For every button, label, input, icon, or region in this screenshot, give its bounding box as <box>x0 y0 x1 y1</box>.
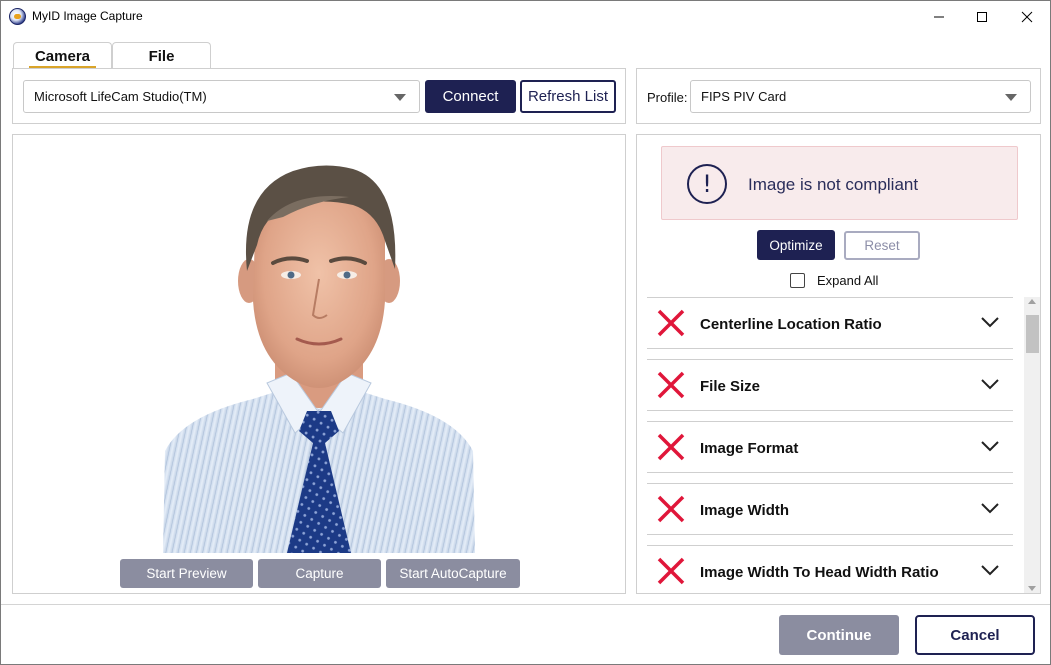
close-button[interactable] <box>1004 1 1050 32</box>
expand-all-toggle[interactable]: Expand All <box>790 271 878 289</box>
cancel-button[interactable]: Cancel <box>915 615 1035 655</box>
dropdown-arrow-icon <box>394 94 406 101</box>
portrait-photo <box>163 165 475 553</box>
dropdown-arrow-icon <box>1005 94 1017 101</box>
profile-toolbar: Profile: FIPS PIV Card <box>636 68 1041 124</box>
image-preview-panel: Start Preview Capture Start AutoCapture <box>12 134 626 594</box>
source-tabs: Camera File <box>13 42 211 69</box>
compliance-status-text: Image is not compliant <box>748 175 919 194</box>
camera-device-select[interactable]: Microsoft LifeCam Studio(TM) <box>23 80 420 113</box>
rule-label: Centerline Location Ratio <box>700 316 882 333</box>
profile-label: Profile: <box>647 90 688 105</box>
capture-button[interactable]: Capture <box>258 559 381 588</box>
rule-file-size[interactable]: File Size <box>647 359 1013 411</box>
fail-x-icon <box>657 495 685 523</box>
title-bar: MyID Image Capture <box>1 1 1050 32</box>
myid-image-capture-window: MyID Image Capture Camera File Microsoft… <box>0 0 1051 665</box>
fail-x-icon <box>657 309 685 337</box>
fail-x-icon <box>657 557 685 585</box>
rule-label: Image Format <box>700 440 799 457</box>
rule-image-width-to-head-width-ratio[interactable]: Image Width To Head Width Ratio <box>647 545 1013 593</box>
window-title: MyID Image Capture <box>32 9 143 23</box>
scrollbar-thumb[interactable] <box>1026 315 1039 353</box>
rule-image-format[interactable]: Image Format <box>647 421 1013 473</box>
myid-app-icon <box>9 8 26 25</box>
camera-device-value: Microsoft LifeCam Studio(TM) <box>34 89 207 104</box>
chevron-down-icon[interactable] <box>981 564 999 576</box>
rule-label: Image Width <box>700 502 790 519</box>
continue-button[interactable]: Continue <box>779 615 899 655</box>
connect-button[interactable]: Connect <box>425 80 516 113</box>
chevron-down-icon[interactable] <box>981 440 999 452</box>
rule-centerline-location-ratio[interactable]: Centerline Location Ratio <box>647 297 1013 349</box>
chevron-down-icon[interactable] <box>981 378 999 390</box>
footer-divider <box>1 604 1050 605</box>
tab-file[interactable]: File <box>112 42 211 69</box>
compliance-status-banner: ! Image is not compliant <box>661 146 1018 220</box>
expand-all-checkbox[interactable] <box>790 272 805 288</box>
compliance-panel: ! Image is not compliant Optimize Reset … <box>636 134 1041 594</box>
expand-all-label: Expand All <box>817 272 879 288</box>
scroll-up-arrow-icon[interactable] <box>1028 299 1036 304</box>
minimize-icon <box>934 16 944 17</box>
close-icon <box>1021 11 1033 22</box>
refresh-list-button[interactable]: Refresh List <box>520 80 616 113</box>
reset-button[interactable]: Reset <box>844 231 920 260</box>
maximize-icon <box>977 11 987 22</box>
profile-select[interactable]: FIPS PIV Card <box>690 80 1031 113</box>
exclamation-circle-icon: ! <box>687 164 727 204</box>
start-preview-button[interactable]: Start Preview <box>120 559 253 588</box>
compliance-rule-list: Centerline Location Ratio File Size Imag… <box>647 297 1013 593</box>
chevron-down-icon[interactable] <box>981 316 999 328</box>
profile-value: FIPS PIV Card <box>701 89 787 104</box>
rule-label: Image Width To Head Width Ratio <box>700 564 939 581</box>
rule-image-width[interactable]: Image Width <box>647 483 1013 535</box>
fail-x-icon <box>657 433 685 461</box>
tab-camera[interactable]: Camera <box>13 42 112 69</box>
camera-toolbar: Microsoft LifeCam Studio(TM) Connect Ref… <box>12 68 626 124</box>
scroll-down-arrow-icon[interactable] <box>1028 586 1036 591</box>
chevron-down-icon[interactable] <box>981 502 999 514</box>
maximize-button[interactable] <box>959 1 1005 32</box>
start-autocapture-button[interactable]: Start AutoCapture <box>386 559 520 588</box>
rule-list-scrollbar[interactable] <box>1024 297 1040 593</box>
minimize-button[interactable] <box>916 1 962 32</box>
rule-label: File Size <box>700 378 761 395</box>
fail-x-icon <box>657 371 685 399</box>
optimize-button[interactable]: Optimize <box>757 230 835 260</box>
